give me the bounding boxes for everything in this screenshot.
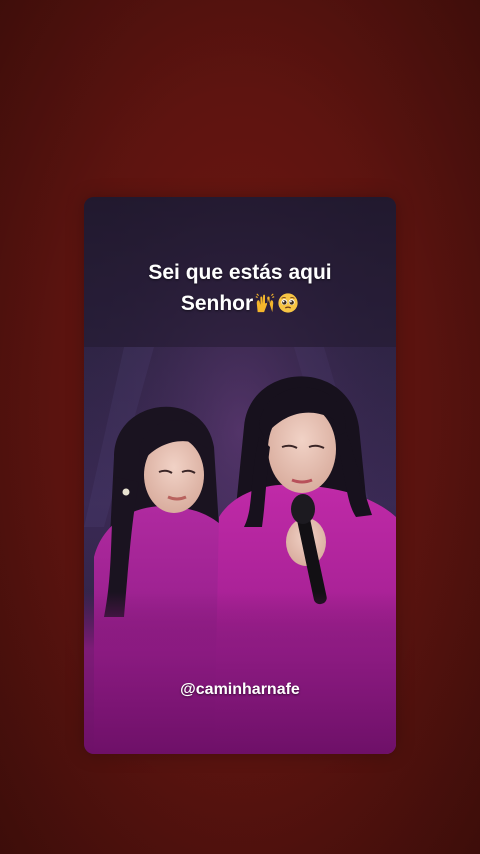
caption-line-1: Sei que estás aqui [148, 261, 332, 284]
video-post-card[interactable]: Sei que estás aqui Senhor @caminharnafe [84, 197, 396, 754]
caption-line-2: Senhor [180, 292, 254, 315]
raising-hands-icon [255, 293, 275, 313]
post-caption: Sei que estás aqui Senhor [84, 257, 396, 319]
caption-line-2-wrap: Senhor [84, 288, 396, 319]
watermark-handle: @caminharnafe [180, 681, 300, 698]
pleading-face-icon [278, 293, 298, 313]
